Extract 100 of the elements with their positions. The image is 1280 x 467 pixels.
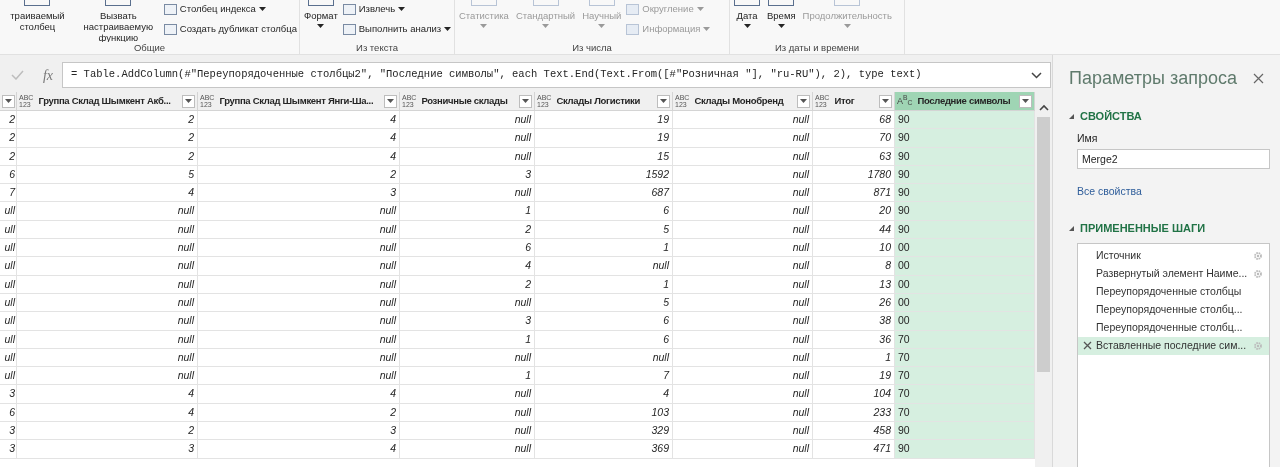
chevron-down-icon[interactable] (1031, 71, 1042, 79)
ribbon-button-icon (626, 3, 640, 15)
table-cell: 3 (198, 184, 400, 202)
ribbon-button[interactable]: Время (765, 0, 798, 28)
caret-icon (542, 24, 550, 28)
filter-dropdown-icon[interactable] (519, 94, 532, 108)
table-cell: 19 (535, 111, 673, 129)
table-cell: 3 (0, 440, 17, 458)
table-cell: 2 (0, 111, 17, 129)
table-cell: 329 (535, 422, 673, 440)
ribbon-button-icon (307, 0, 334, 6)
table-cell: null (400, 422, 535, 440)
table-cell: 6 (535, 312, 673, 330)
caret-icon (743, 24, 751, 28)
table-cell: 70 (895, 367, 1035, 385)
ribbon-group-label: Из числа (571, 42, 613, 54)
table-cell: 4 (198, 147, 400, 165)
table-cell: 4 (400, 257, 535, 275)
table-cell: null (673, 147, 813, 165)
close-icon[interactable] (1253, 73, 1264, 84)
ribbon-button-icon (470, 0, 497, 6)
ribbon-button[interactable]: Формат (302, 0, 340, 28)
table-cell: 4 (198, 440, 400, 458)
ribbon-button-icon (342, 23, 356, 35)
caret-icon (843, 24, 851, 28)
table-cell: 90 (895, 111, 1035, 129)
section-heading[interactable]: СВОЙСТВА (1080, 108, 1142, 125)
ribbon-group-label: Общие (132, 42, 167, 54)
scrollbar-thumb[interactable] (1037, 117, 1050, 372)
table-cell: 90 (895, 184, 1035, 202)
table-cell: 2 (17, 422, 198, 440)
table-cell: ull (0, 312, 17, 330)
ribbon-button-icon (834, 0, 861, 6)
all-properties-link[interactable]: Все свойства (1077, 185, 1142, 198)
caret-icon (777, 24, 785, 28)
table-cell: null (673, 403, 813, 422)
table-cell: 1 (400, 330, 535, 348)
name-field[interactable]: Merge2 (1077, 149, 1270, 170)
table-cell: 2 (198, 403, 400, 422)
ribbon-button-icon (24, 0, 51, 6)
table-cell: null (673, 293, 813, 312)
caret-icon (480, 24, 488, 28)
filter-dropdown-icon[interactable] (797, 94, 810, 108)
table-cell: 4 (17, 385, 198, 403)
table-cell: 3 (17, 440, 198, 458)
table-cell: 90 (895, 422, 1035, 440)
ribbon-button[interactable]: Извлечь (342, 0, 452, 18)
ribbon-button[interactable]: Выполнить анализ (342, 20, 452, 38)
table-cell: null (673, 348, 813, 367)
section-heading[interactable]: ПРИМЕНЕННЫЕ ШАГИ (1080, 220, 1206, 237)
table-cell: null (400, 147, 535, 165)
table-cell: 6 (0, 403, 17, 422)
ribbon-button[interactable]: траиваемый столбец (2, 0, 73, 32)
table-cell: null (400, 348, 535, 367)
check-icon[interactable] (10, 70, 24, 80)
filter-dropdown-icon[interactable] (879, 94, 892, 108)
ribbon-button[interactable]: Дата (732, 0, 762, 28)
ribbon-button-icon (105, 0, 132, 6)
expanded-triangle-icon[interactable] (1069, 226, 1074, 231)
table-cell: 4 (17, 184, 198, 202)
caret-icon (258, 7, 266, 11)
table-cell: ull (0, 202, 17, 220)
table-cell: 19 (535, 129, 673, 147)
table-cell: null (198, 239, 400, 257)
filter-dropdown-icon[interactable] (384, 94, 397, 108)
ribbon-button-icon (163, 3, 177, 15)
table-cell: null (400, 403, 535, 422)
ribbon-button-icon (342, 3, 356, 15)
table-cell: 3 (0, 385, 17, 403)
scroll-up-icon[interactable] (1038, 104, 1049, 111)
table-cell: null (400, 111, 535, 129)
table-cell: null (17, 275, 198, 293)
table-cell: 3 (0, 422, 17, 440)
ribbon-button-icon (768, 0, 795, 6)
ribbon-button[interactable]: Создать дубликат столбца (163, 20, 297, 38)
column-header[interactable]: A$^{B}$$_{C}$ Последние символы (895, 92, 1035, 110)
expanded-triangle-icon[interactable] (1069, 113, 1074, 119)
table-cell: ull (0, 293, 17, 312)
table-cell: null (17, 220, 198, 239)
table-cell: null (400, 129, 535, 147)
table-cell: 70 (895, 385, 1035, 403)
delete-step-icon[interactable] (1082, 341, 1092, 351)
table-cell: 6 (0, 165, 17, 184)
table-cell: null (198, 348, 400, 367)
table-cell: null (17, 348, 198, 367)
caret-icon (703, 27, 711, 31)
table-cell: 4 (198, 129, 400, 147)
caret-icon (696, 7, 704, 11)
filter-dropdown-icon[interactable] (182, 94, 195, 108)
table-cell: null (535, 348, 673, 367)
formula-field[interactable]: = Table.AddColumn(#"Переупорядоченные столбцы2", "Последние символы", each Text.End(Text.From([#"Розничная "], "ru-RU"), 2), type text) (62, 62, 1051, 88)
table-cell: null (673, 129, 813, 147)
table-cell: 15 (535, 147, 673, 165)
ribbon-button[interactable]: Столбец индекса (163, 0, 297, 18)
filter-dropdown-icon[interactable] (1019, 94, 1032, 108)
table-cell: null (400, 184, 535, 202)
table-cell: null (400, 385, 535, 403)
filter-dropdown-icon[interactable] (657, 94, 670, 108)
table-cell: null (673, 275, 813, 293)
table-cell: 00 (895, 257, 1035, 275)
